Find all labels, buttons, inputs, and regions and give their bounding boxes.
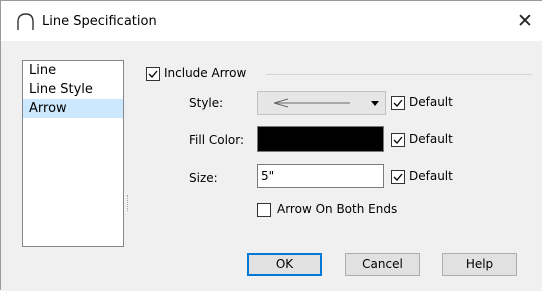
nav-item-line[interactable]: Line — [23, 61, 123, 80]
fill-color-label: Fill Color: — [189, 133, 245, 147]
help-button[interactable]: Help — [442, 253, 517, 276]
cancel-button[interactable]: Cancel — [345, 253, 420, 276]
include-arrow-label: Include Arrow — [164, 66, 247, 80]
style-default-checkbox[interactable] — [391, 96, 405, 110]
dialog-title: Line Specification — [42, 14, 157, 29]
both-ends-label: Arrow On Both Ends — [277, 202, 398, 216]
fill-color-swatch[interactable] — [257, 126, 384, 152]
splitter-grip[interactable] — [127, 195, 130, 211]
checkmark-icon — [393, 136, 403, 144]
size-label: Size: — [189, 171, 218, 185]
both-ends-checkbox[interactable] — [257, 203, 271, 217]
size-default-label: Default — [409, 169, 453, 183]
fill-color-default-label: Default — [409, 132, 453, 146]
ok-button[interactable]: OK — [247, 253, 322, 276]
nav-item-arrow[interactable]: Arrow — [23, 99, 123, 118]
fill-color-default-checkbox[interactable] — [391, 133, 405, 147]
group-divider — [266, 74, 532, 75]
chevron-down-icon — [371, 101, 379, 106]
size-default-checkbox[interactable] — [391, 170, 405, 184]
close-button[interactable]: ✕ — [511, 7, 539, 35]
dialog-window: Line Specification ✕ Line Line Style Arr… — [0, 0, 542, 291]
arrow-left-icon — [273, 98, 350, 108]
dialog-body: Line Line Style Arrow Include Arrow Styl… — [1, 41, 542, 291]
size-input[interactable] — [257, 164, 384, 188]
checkmark-icon — [393, 173, 403, 181]
include-arrow-checkbox[interactable] — [146, 67, 160, 81]
style-label: Style: — [189, 96, 224, 110]
arc-icon — [17, 13, 34, 30]
title-bar: Line Specification ✕ — [1, 1, 542, 41]
category-list: Line Line Style Arrow — [22, 60, 124, 247]
style-dropdown[interactable] — [257, 91, 386, 115]
checkmark-icon — [393, 99, 403, 107]
checkmark-icon — [148, 70, 158, 78]
nav-item-line-style[interactable]: Line Style — [23, 80, 123, 99]
style-default-label: Default — [409, 95, 453, 109]
